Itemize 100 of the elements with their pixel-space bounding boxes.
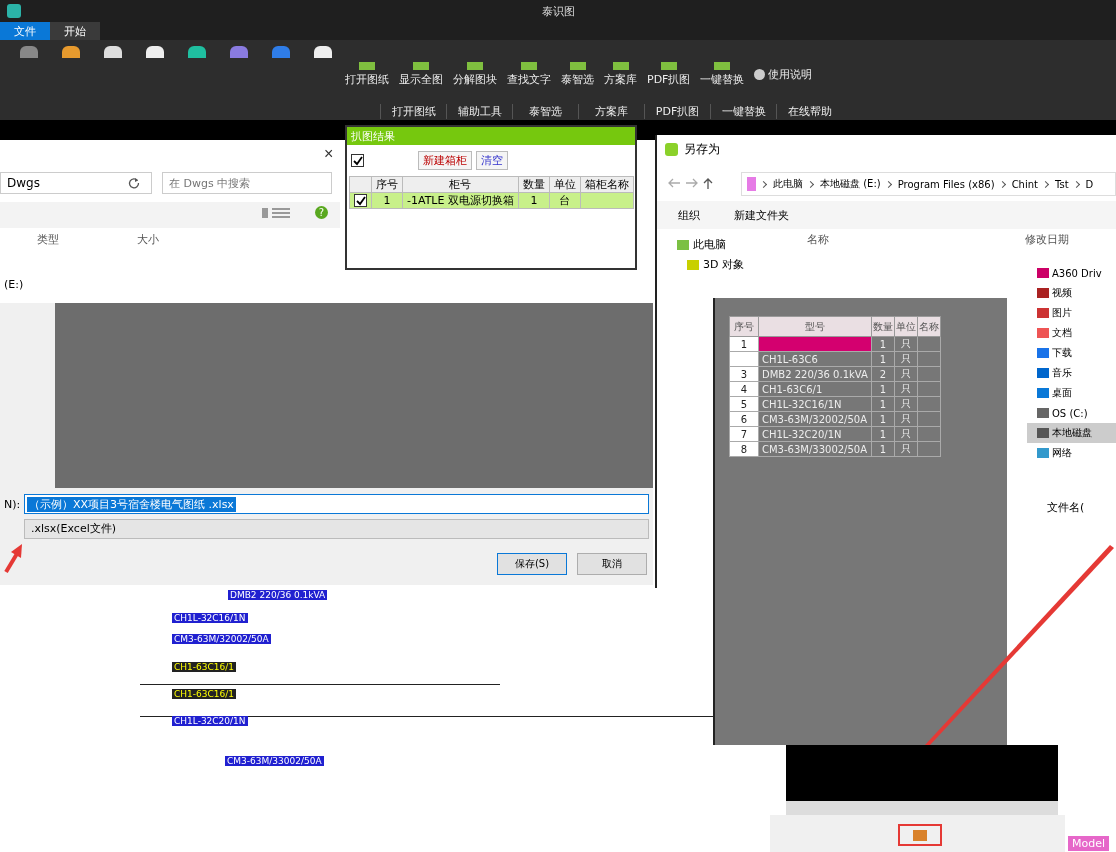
ribbon-button[interactable]: 显示全图 [399, 62, 443, 87]
toolbar-icon[interactable] [188, 46, 206, 58]
nav-item[interactable]: 下载 [1027, 343, 1116, 363]
ribbon-group-label: 在线帮助 [776, 104, 842, 119]
address-bar[interactable]: Dwgs [0, 172, 152, 194]
nav-item[interactable]: A360 Driv [1027, 263, 1116, 283]
toolbar-icon[interactable] [62, 46, 80, 58]
cancel-button[interactable]: 取消 [577, 553, 647, 575]
nav-item[interactable]: 文档 [1027, 323, 1116, 343]
toolbar-icon[interactable] [314, 46, 332, 58]
clear-button[interactable]: 清空 [476, 151, 508, 170]
table-cell: 只 [894, 381, 918, 397]
table-cell: 1 [871, 441, 895, 457]
table-cell: 1 [871, 381, 895, 397]
column-header: 型号 [758, 316, 872, 337]
nav-item[interactable]: 视频 [1027, 283, 1116, 303]
table-cell: DMB2 220/36 0.1kVA [758, 366, 872, 382]
nav-item[interactable]: 此电脑 [677, 237, 726, 252]
component-label: DMB2 220/36 0.1kVA [228, 590, 328, 600]
table-cell: CH1-63C6/1 [758, 381, 872, 397]
toolbar-button[interactable]: 新建文件夹 [728, 206, 795, 224]
panel-title: 扒图结果 [347, 127, 635, 145]
address-bar[interactable]: 此电脑 本地磁盘 (E:) Program Files (x86) Chint Tst D [741, 172, 1116, 196]
column-header: 数量 [871, 316, 895, 337]
table-cell: 1 [871, 411, 895, 427]
table-cell: 1 [871, 336, 895, 352]
refresh-icon[interactable] [128, 177, 140, 189]
column-header: 序号 [729, 316, 759, 337]
help-link[interactable]: 使用说明 [754, 67, 813, 82]
table-cell: 只 [894, 396, 918, 412]
app-icon [665, 143, 678, 156]
ribbon-button[interactable]: 分解图块 [453, 62, 497, 87]
ribbon-button[interactable]: 一键替换 [700, 62, 745, 87]
field-label: N): [4, 498, 21, 511]
ribbon-button[interactable]: 打开图纸 [345, 62, 389, 87]
field-label: 文件名( [1047, 500, 1085, 515]
app-logo-icon [7, 4, 21, 18]
component-label: CM3-63M/32002/50A [172, 634, 271, 644]
ribbon-button[interactable]: 泰智选 [561, 62, 594, 87]
component-label: CH1L-32C20/1N [172, 716, 248, 726]
select-all-checkbox[interactable] [351, 154, 364, 167]
ribbon-group-label: PDF扒图 [644, 104, 710, 119]
component-label: CH1-63C16/1 [172, 689, 236, 699]
column-header[interactable]: 类型 [37, 232, 59, 247]
column-header[interactable]: 修改日期 [1025, 232, 1069, 247]
row-checkbox[interactable] [354, 194, 367, 208]
view-icon[interactable] [262, 208, 290, 218]
ribbon-group-label: 打开图纸 [380, 104, 446, 119]
ribbon-group-label: 方案库 [578, 104, 644, 119]
nav-item[interactable]: 3D 对象 [687, 257, 744, 272]
ribbon-button[interactable]: PDF扒图 [647, 62, 691, 87]
table-cell: 只 [894, 441, 918, 457]
table-cell: 只 [894, 366, 918, 382]
ribbon-button[interactable]: 方案库 [604, 62, 637, 87]
up-icon[interactable] [702, 177, 714, 189]
column-header[interactable]: 大小 [137, 232, 159, 247]
column-header: 单位 [549, 176, 581, 193]
component-label: CH1-63C16/1 [172, 662, 236, 672]
nav-item[interactable]: 桌面 [1027, 383, 1116, 403]
ribbon-group-label: 泰智选 [512, 104, 578, 119]
table-cell: 只 [894, 426, 918, 442]
dialog-title: 另存为 [684, 141, 720, 158]
toolbar-button[interactable]: 组织 [672, 206, 706, 224]
save-button[interactable]: 保存(S) [497, 553, 567, 575]
filetype-dropdown[interactable]: .xlsx(Excel文件) [24, 519, 649, 539]
table-cell: 只 [894, 351, 918, 367]
nav-item[interactable]: OS (C:) [1027, 403, 1116, 423]
nav-item[interactable]: 音乐 [1027, 363, 1116, 383]
spreadsheet-icon[interactable] [898, 824, 942, 846]
component-label: CH1L-32C16/1N [172, 613, 248, 623]
table-cell: CM3-63M/33002/50A [758, 441, 872, 457]
nav-item[interactable]: 本地磁盘 [1027, 423, 1116, 443]
window-title: 泰识图 [541, 3, 575, 19]
table-cell: CH1L-63C6 [758, 351, 872, 367]
table-cell: 1 [871, 351, 895, 367]
table-cell: 1 [871, 426, 895, 442]
ribbon-tab[interactable]: 开始 [50, 22, 100, 40]
ribbon-group-label: 辅助工具 [446, 104, 512, 119]
new-cabinet-button[interactable]: 新建箱柜 [418, 151, 472, 170]
column-header: 单位 [894, 316, 918, 337]
search-field[interactable]: 在 Dwgs 中搜索 [162, 172, 332, 194]
close-button[interactable]: × [318, 144, 340, 164]
nav-item[interactable]: (E:) [4, 278, 24, 291]
column-header: 箱柜名称 [580, 176, 634, 193]
column-header: 数量 [518, 176, 550, 193]
column-header: 序号 [371, 176, 403, 193]
filename-field[interactable]: （示例）XX项目3号宿舍楼电气图纸 .xlsx [24, 494, 649, 514]
column-header[interactable]: 名称 [807, 232, 829, 247]
table-cell: CH1L-32C16/1N [758, 396, 872, 412]
nav-item[interactable]: 网络 [1027, 443, 1116, 463]
scrollbar[interactable] [786, 801, 1058, 815]
table-cell: 2 [871, 366, 895, 382]
nav-item[interactable]: 图片 [1027, 303, 1116, 323]
ribbon-tab[interactable]: 文件 [0, 22, 50, 40]
table-cell: CM3-63M/32002/50A [758, 411, 872, 427]
component-label: CM3-63M/33002/50A [225, 756, 324, 766]
toolbar-icon[interactable] [104, 46, 122, 58]
column-header: 柜号 [402, 176, 519, 193]
toolbar-icon[interactable] [146, 46, 164, 58]
ribbon-button[interactable]: 查找文字 [507, 62, 551, 87]
